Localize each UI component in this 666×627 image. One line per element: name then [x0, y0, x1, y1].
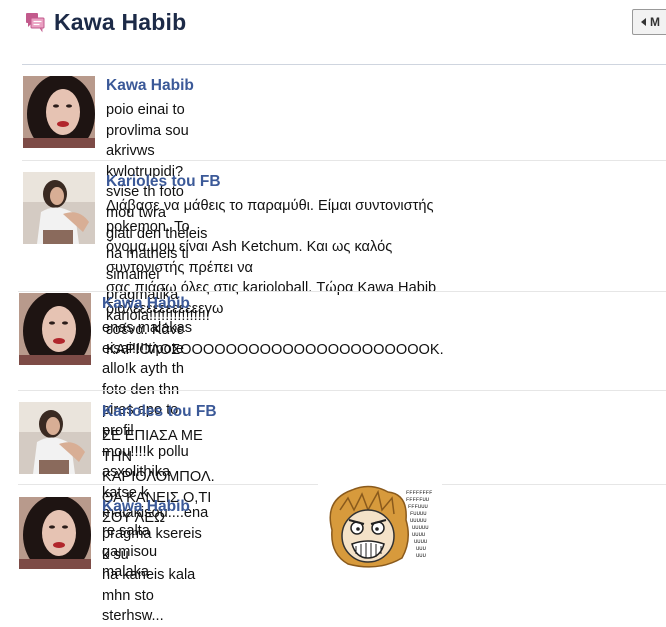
svg-text:UUUU: UUUU: [412, 531, 425, 538]
older-button-label: M: [650, 15, 660, 29]
message-author[interactable]: Karioles tou FB: [106, 173, 221, 191]
arrow-left-icon: [641, 18, 646, 26]
svg-text:UUUUU: UUUUU: [410, 517, 427, 524]
message-author[interactable]: Kawa Habib: [106, 77, 194, 95]
svg-text:FFFFFUU: FFFFFUU: [406, 496, 429, 503]
message-author[interactable]: Kawa Habib: [102, 295, 190, 313]
svg-text:FFFFFFFF: FFFFFFFF: [406, 489, 432, 496]
older-messages-button[interactable]: M: [632, 9, 666, 35]
messages-icon: [26, 13, 45, 33]
avatar[interactable]: [19, 402, 91, 474]
svg-text:UUU: UUU: [416, 552, 426, 559]
avatar[interactable]: [23, 76, 95, 148]
message-text: re salta gamisou malaka: [102, 523, 158, 581]
svg-text:UUUUU: UUUUU: [412, 524, 429, 531]
message-divider: [18, 291, 666, 292]
message-author[interactable]: Kawa Habib: [102, 498, 190, 516]
avatar[interactable]: [19, 497, 91, 569]
message-divider: [22, 160, 666, 161]
message-divider: [18, 390, 666, 391]
message-divider: [18, 484, 318, 485]
header-divider: [22, 64, 666, 65]
conversation-title: Kawa Habib: [54, 9, 187, 35]
avatar[interactable]: [23, 172, 95, 244]
message-divider: [442, 484, 666, 485]
message-author[interactable]: Karioles tou FB: [102, 403, 217, 421]
avatar[interactable]: [19, 293, 91, 365]
svg-text:UUUU: UUUU: [414, 538, 427, 545]
rage-face-meme: FFFFFFFF FFFFFUU FFFUUU FUUUU UUUUU UUUU…: [318, 480, 442, 576]
svg-text:UUU: UUU: [416, 545, 426, 552]
svg-text:FFFUUU: FFFUUU: [408, 503, 428, 510]
svg-text:FUUUU: FUUUU: [410, 510, 427, 517]
